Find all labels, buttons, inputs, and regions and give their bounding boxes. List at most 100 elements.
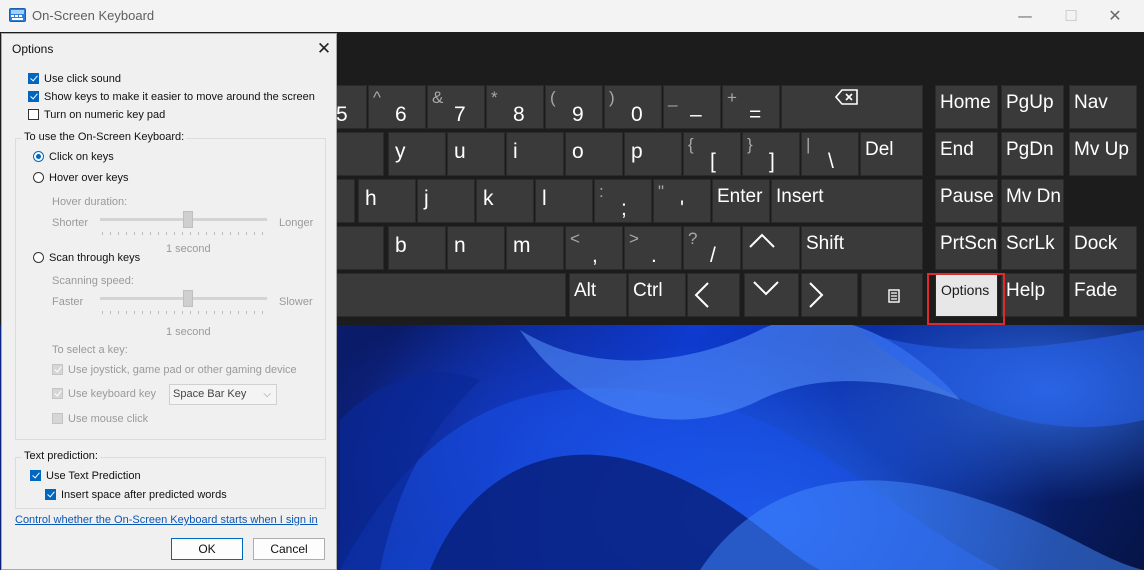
key-quote-shift-char: " [658, 182, 665, 201]
key-comma[interactable]: <, [565, 226, 623, 270]
key-close-bracket[interactable]: }] [742, 132, 800, 176]
key-k[interactable]: k [476, 179, 534, 223]
use-mode-group-label: To use the On-Screen Keyboard: [22, 131, 187, 143]
key-help[interactable]: Help [1001, 273, 1064, 317]
hover-slider-thumb[interactable] [183, 211, 193, 228]
key-dock[interactable]: Dock [1069, 226, 1137, 270]
key-prtscn-label: PrtScn [940, 233, 998, 254]
key-backslash[interactable]: | \ [801, 132, 859, 176]
key-del[interactable]: Del [860, 132, 923, 176]
key-end-label: End [940, 139, 974, 160]
key-mvdn[interactable]: Mv Dn [1001, 179, 1064, 223]
key-backspace[interactable] [781, 85, 923, 129]
key-down-arrow[interactable] [744, 273, 799, 317]
chevron-down-icon: ⌵ [263, 389, 271, 400]
key-right-arrow[interactable] [801, 273, 858, 317]
key-l[interactable]: l [535, 179, 593, 223]
key-slash-shift-char: ? [688, 229, 698, 248]
key-period[interactable]: >. [624, 226, 682, 270]
key-equals[interactable]: + = [722, 85, 780, 129]
key-slash[interactable]: ? / [683, 226, 741, 270]
key-menu[interactable] [861, 273, 923, 317]
key-h-char: h [365, 187, 377, 210]
hover-duration-label: Hover duration: [52, 196, 128, 208]
key-pgdn[interactable]: PgDn [1001, 132, 1064, 176]
startup-settings-link[interactable]: Control whether the On-Screen Keyboard s… [15, 514, 318, 526]
key-alt[interactable]: Alt [569, 273, 627, 317]
use-joystick-label: Use joystick, game pad or other gaming d… [68, 364, 297, 376]
key-n[interactable]: n [447, 226, 505, 270]
minimize-button[interactable]: — [1014, 6, 1036, 26]
key-scrlk[interactable]: ScrLk [1001, 226, 1064, 270]
key-ctrl[interactable]: Ctrl [628, 273, 686, 317]
dialog-close-button[interactable]: ✕ [313, 38, 335, 60]
key-period-char: . [651, 244, 657, 267]
scan-slider-thumb[interactable] [183, 290, 193, 307]
checkbox-box [28, 91, 39, 102]
key-i[interactable]: i [506, 132, 564, 176]
key-m[interactable]: m [506, 226, 564, 270]
key-minus[interactable]: _ – [663, 85, 721, 129]
key-semicolon-shift-char: : [599, 182, 604, 201]
chevron-left-icon [694, 282, 710, 313]
key-home-label: Home [940, 92, 991, 113]
chevron-down-icon [753, 280, 779, 301]
key-shift[interactable]: Shift [801, 226, 923, 270]
key-pgup[interactable]: PgUp [1001, 85, 1064, 129]
key-u[interactable]: u [447, 132, 505, 176]
key-o[interactable]: o [565, 132, 623, 176]
context-menu-icon [888, 289, 900, 308]
key-p[interactable]: p [624, 132, 682, 176]
key-9[interactable]: (9 [545, 85, 603, 129]
key-fade-label: Fade [1074, 280, 1118, 301]
key-pause-label: Pause [940, 186, 994, 207]
key-open-bracket-char: [ [710, 150, 716, 173]
scan-slider-ticks [102, 311, 267, 314]
key-comma-shift-char: < [570, 229, 580, 248]
key-nav[interactable]: Nav [1069, 85, 1137, 129]
key-fade[interactable]: Fade [1069, 273, 1137, 317]
checkbox-box [30, 470, 41, 481]
key-insert[interactable]: Insert [771, 179, 923, 223]
key-pause[interactable]: Pause [935, 179, 998, 223]
key-6[interactable]: ^ 6 [368, 85, 426, 129]
key-semicolon[interactable]: :; [594, 179, 652, 223]
key-prtscn[interactable]: PrtScn [935, 226, 998, 270]
key-0[interactable]: ) 0 [604, 85, 662, 129]
key-open-bracket[interactable]: {[ [683, 132, 741, 176]
longer-label: Longer [279, 217, 314, 229]
key-home[interactable]: Home [935, 85, 998, 129]
key-mvup[interactable]: Mv Up [1069, 132, 1137, 176]
key-del-label: Del [865, 139, 894, 160]
keyboard-key-select[interactable]: Space Bar Key ⌵ [169, 384, 277, 405]
key-h[interactable]: h [358, 179, 416, 223]
key-7-shift-char: & [432, 88, 444, 107]
key-7[interactable]: & 7 [427, 85, 485, 129]
key-9-char: 9 [572, 103, 584, 126]
key-0-char: 0 [631, 103, 643, 126]
key-minus-char: – [690, 103, 702, 126]
key-end[interactable]: End [935, 132, 998, 176]
ok-button[interactable]: OK [171, 538, 243, 560]
show-keys-label: Show keys to make it easier to move arou… [44, 91, 315, 103]
key-enter[interactable]: Enter [712, 179, 770, 223]
key-equals-shift-char: + [727, 88, 737, 107]
key-enter-label: Enter [717, 186, 763, 207]
key-8[interactable]: * 8 [486, 85, 544, 129]
key-j[interactable]: j [417, 179, 475, 223]
key-left-arrow[interactable] [687, 273, 740, 317]
cancel-button[interactable]: Cancel [253, 538, 325, 560]
key-up-arrow[interactable] [742, 226, 800, 270]
maximize-button[interactable]: ☐ [1060, 6, 1082, 26]
options-dialog: Options ✕ Use click sound Show keys to m… [1, 33, 337, 570]
key-pgdn-label: PgDn [1006, 139, 1054, 160]
key-y[interactable]: y [388, 132, 446, 176]
key-space[interactable] [309, 273, 566, 317]
select-key-label: To select a key: [52, 344, 128, 356]
key-b[interactable]: b [388, 226, 446, 270]
key-mvdn-label: Mv Dn [1006, 186, 1061, 207]
close-button[interactable]: ✕ [1104, 6, 1126, 26]
osk-title: On-Screen Keyboard [32, 8, 155, 23]
key-quote[interactable]: " ' [653, 179, 711, 223]
key-comma-char: , [592, 244, 598, 267]
